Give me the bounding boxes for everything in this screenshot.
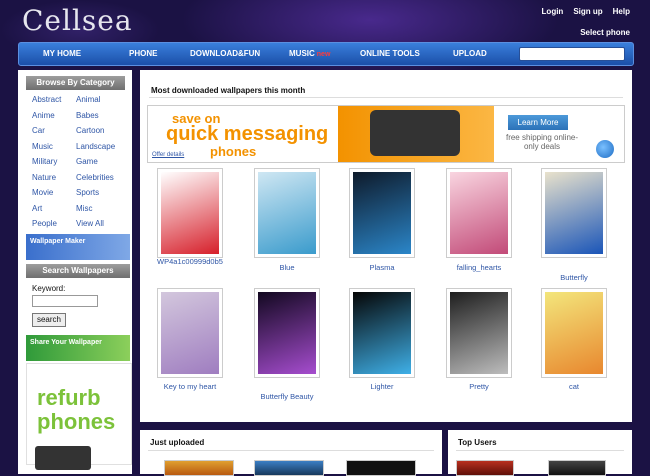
- wallpaper-label[interactable]: Pretty: [434, 382, 524, 391]
- top-users-title: Top Users: [458, 438, 497, 447]
- category-list: Abstract Animal Anime Babes Car Cartoon …: [32, 95, 132, 228]
- signup-link[interactable]: Sign up: [573, 7, 602, 16]
- wallpaper-thumb[interactable]: [254, 168, 320, 258]
- category-view-all[interactable]: View All: [76, 219, 126, 228]
- wallpaper-image: [450, 292, 508, 374]
- nav-music-label[interactable]: MUSIC: [289, 49, 315, 58]
- ad-shipping-text: free shipping online-only deals: [505, 133, 579, 151]
- side-ad-phone-image: [35, 446, 91, 470]
- nav-online-tools[interactable]: ONLINE TOOLS: [360, 49, 420, 58]
- nav-phone[interactable]: PHONE: [129, 49, 157, 58]
- just-uploaded-divider: [148, 450, 434, 451]
- att-logo-icon: [596, 140, 614, 158]
- title-divider: [149, 97, 623, 98]
- ad-device: [370, 110, 460, 156]
- category-nature[interactable]: Nature: [32, 173, 76, 182]
- category-people[interactable]: People: [32, 219, 76, 228]
- category-music[interactable]: Music: [32, 142, 76, 151]
- search-button[interactable]: search: [32, 313, 66, 327]
- wallpaper-thumb[interactable]: [446, 288, 512, 378]
- wallpaper-image: [545, 172, 603, 254]
- header-glow: [180, 0, 560, 80]
- section-title: Most downloaded wallpapers this month: [151, 86, 306, 95]
- just-uploaded-title: Just uploaded: [150, 438, 205, 447]
- ad-line3: phones: [210, 144, 257, 159]
- wallpaper-maker-banner[interactable]: Wallpaper Maker: [26, 234, 130, 260]
- side-ad[interactable]: refurb phones: [26, 363, 132, 470]
- nav-music[interactable]: MUSIC new: [289, 49, 330, 58]
- wallpaper-image: [161, 292, 219, 374]
- wallpaper-label[interactable]: Blue: [242, 263, 332, 272]
- wallpaper-image: [545, 292, 603, 374]
- ad-offer-details-link[interactable]: Offer details: [152, 152, 184, 158]
- wallpaper-thumb[interactable]: [541, 168, 607, 258]
- wallpaper-label[interactable]: Plasma: [337, 263, 427, 272]
- wallpaper-image: [353, 172, 411, 254]
- help-link[interactable]: Help: [613, 7, 630, 16]
- wallpaper-image: [161, 172, 219, 254]
- category-animal[interactable]: Animal: [76, 95, 126, 104]
- ad-line2: quick messaging: [166, 123, 329, 145]
- category-cartoon[interactable]: Cartoon: [76, 126, 126, 135]
- keyword-input[interactable]: [32, 295, 98, 307]
- wallpaper-image: [258, 292, 316, 374]
- wallpaper-thumb[interactable]: [157, 168, 223, 258]
- wallpaper-thumb[interactable]: [349, 168, 415, 258]
- ad-learn-more-button[interactable]: Learn More: [508, 115, 568, 130]
- category-misc[interactable]: Misc: [76, 204, 126, 213]
- wallpaper-image: [258, 172, 316, 254]
- category-abstract[interactable]: Abstract: [32, 95, 76, 104]
- main-content: Most downloaded wallpapers this month sa…: [140, 70, 632, 422]
- select-phone-link[interactable]: Select phone: [580, 28, 630, 37]
- category-anime[interactable]: Anime: [32, 111, 76, 120]
- nav-upload[interactable]: UPLOAD: [453, 49, 487, 58]
- wallpaper-image: [353, 292, 411, 374]
- wallpaper-thumb[interactable]: [254, 288, 320, 378]
- wallpaper-label[interactable]: WP4a1c00999d0b5: [145, 257, 235, 266]
- side-ad-text: refurb phones: [37, 385, 116, 434]
- nav-download-fun[interactable]: DOWNLOAD&FUN: [190, 49, 260, 58]
- category-sports[interactable]: Sports: [76, 188, 126, 197]
- wallpaper-label[interactable]: Lighter: [337, 382, 427, 391]
- nav-search-input[interactable]: [519, 47, 625, 61]
- wallpaper-thumb[interactable]: [349, 288, 415, 378]
- new-badge: new: [316, 51, 331, 58]
- category-movie[interactable]: Movie: [32, 188, 76, 197]
- site-logo[interactable]: Cellsea: [22, 4, 133, 37]
- sidebar: Browse By Category Abstract Animal Anime…: [18, 70, 132, 474]
- wallpaper-label[interactable]: Key to my heart: [145, 382, 235, 391]
- category-celebrities[interactable]: Celebrities: [76, 173, 126, 182]
- category-landscape[interactable]: Landscape: [76, 142, 126, 151]
- nav-my-home[interactable]: MY HOME: [43, 49, 81, 58]
- category-car[interactable]: Car: [32, 126, 76, 135]
- category-game[interactable]: Game: [76, 157, 126, 166]
- just-uploaded-panel: Just uploaded: [140, 430, 442, 476]
- keyword-label: Keyword:: [32, 284, 66, 293]
- banner-ad[interactable]: save on quick messaging phones Offer det…: [147, 105, 625, 163]
- wallpaper-label[interactable]: falling_hearts: [434, 263, 524, 272]
- wallpaper-thumb[interactable]: [446, 168, 512, 258]
- wallpaper-label[interactable]: Butterfly Beauty: [242, 392, 332, 401]
- search-wallpapers-header: Search Wallpapers: [26, 264, 130, 278]
- share-wallpaper-banner[interactable]: Share Your Wallpaper: [26, 335, 130, 361]
- top-links: Login Sign up Help: [542, 7, 630, 16]
- wallpaper-label[interactable]: Butterfly: [529, 273, 619, 282]
- category-babes[interactable]: Babes: [76, 111, 126, 120]
- login-link[interactable]: Login: [542, 7, 564, 16]
- ad-phone-image: [338, 106, 494, 162]
- top-users-divider: [456, 450, 624, 451]
- category-military[interactable]: Military: [32, 157, 76, 166]
- wallpaper-thumb[interactable]: [541, 288, 607, 378]
- top-users-panel: Top Users: [448, 430, 632, 476]
- wallpaper-thumb[interactable]: [157, 288, 223, 378]
- browse-by-category-header: Browse By Category: [26, 76, 125, 90]
- main-navbar: MY HOME PHONE DOWNLOAD&FUN MUSIC new ONLI…: [18, 42, 634, 66]
- wallpaper-label[interactable]: cat: [529, 382, 619, 391]
- category-art[interactable]: Art: [32, 204, 76, 213]
- wallpaper-image: [450, 172, 508, 254]
